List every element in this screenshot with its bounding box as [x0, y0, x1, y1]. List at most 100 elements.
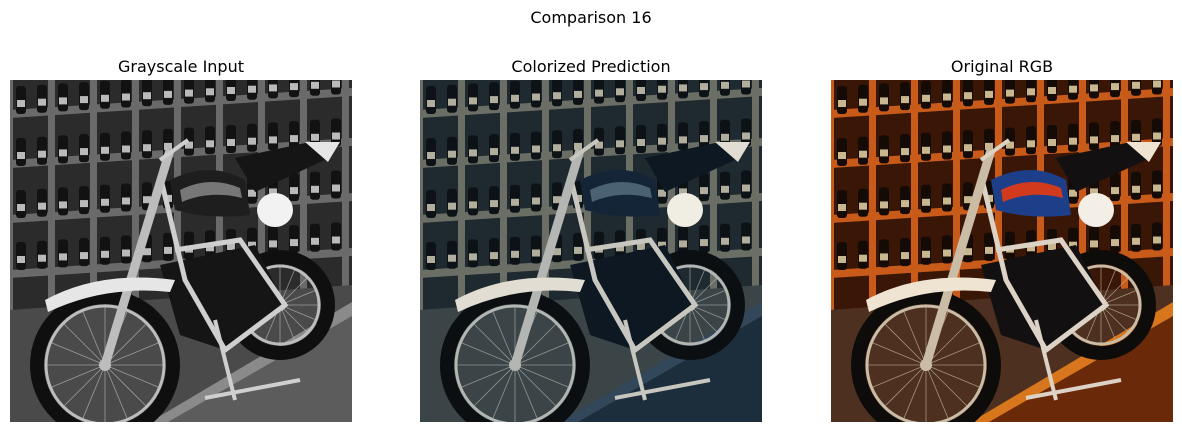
bottle-label	[101, 250, 109, 258]
bottle-label	[38, 150, 46, 158]
bottle-label	[122, 249, 130, 257]
bottle-label	[164, 246, 172, 254]
bottle-label	[469, 97, 477, 105]
bottle-label	[332, 132, 340, 140]
bottle-label	[1132, 133, 1140, 141]
wine-bottle	[1089, 122, 1099, 151]
bottle-label	[80, 96, 88, 104]
bottle-label	[17, 100, 25, 107]
bottle-label	[101, 198, 109, 206]
bottle-label	[700, 135, 708, 143]
bottle-label	[742, 132, 750, 140]
wine-bottle	[100, 236, 110, 265]
bottle-label	[290, 239, 298, 247]
wine-bottle	[468, 187, 478, 216]
bottle-label	[332, 184, 340, 192]
bottle-label	[311, 185, 319, 193]
bottle-label	[553, 144, 561, 152]
bottle-label	[311, 81, 319, 89]
wine-bottle	[921, 236, 931, 265]
bottle-label	[248, 85, 256, 93]
bottle-label	[1090, 240, 1098, 248]
wine-bottle	[58, 135, 68, 164]
bottle-label	[80, 148, 88, 156]
bottle-label	[922, 94, 930, 102]
panel-title: Colorized Prediction	[511, 57, 671, 76]
bottle-label	[269, 136, 277, 144]
bottle-label	[511, 94, 519, 102]
bottle-label	[59, 201, 67, 209]
bottle-label	[59, 253, 67, 261]
bottle-label	[511, 250, 519, 258]
bottle-label	[985, 90, 993, 98]
bottle-label	[490, 252, 498, 260]
bottle-label	[1153, 80, 1161, 88]
bottle-label	[490, 200, 498, 208]
bottle-label	[1132, 81, 1140, 89]
bottle-label	[290, 187, 298, 195]
bottle-label	[38, 98, 46, 106]
bottle-label	[80, 200, 88, 208]
bottle-label	[721, 133, 729, 141]
bottle-label	[985, 246, 993, 254]
bottle-label	[838, 204, 846, 211]
bottle-label	[206, 88, 214, 96]
bottle-label	[532, 249, 540, 257]
bottle-label	[532, 145, 540, 153]
bottle-label	[490, 96, 498, 104]
bottle-label	[679, 136, 687, 144]
bottle-label	[332, 236, 340, 244]
bottle-label	[122, 197, 130, 205]
bottle-label	[574, 246, 582, 254]
bottle-label	[59, 149, 67, 157]
bottle-label	[742, 80, 750, 88]
bottle-label	[206, 140, 214, 148]
panel-title: Grayscale Input	[118, 57, 244, 76]
bottle-label	[1090, 84, 1098, 92]
bottle-label	[943, 249, 951, 257]
bottle-label	[17, 204, 25, 211]
bottle-label	[511, 198, 519, 206]
bottle-label	[427, 100, 435, 107]
bottle-label	[1048, 87, 1056, 94]
bottle-label	[553, 92, 561, 100]
bottle-label	[637, 139, 645, 146]
bottle-label	[427, 256, 435, 263]
bottle-label	[700, 83, 708, 91]
bottle-label	[880, 149, 888, 157]
bottle-label	[1111, 135, 1119, 143]
bottle-label	[532, 93, 540, 101]
bottle-label	[838, 100, 846, 107]
bottle-label	[943, 93, 951, 101]
bottle-label	[427, 204, 435, 211]
figure-title: Comparison 16	[530, 8, 652, 27]
bottle-label	[901, 96, 909, 104]
bottle-label	[122, 93, 130, 101]
wine-bottle	[879, 135, 889, 164]
wine-bottle	[58, 187, 68, 216]
bottle-label	[859, 202, 867, 210]
bottle-label	[448, 98, 456, 106]
bottle-label	[679, 84, 687, 92]
bottle-label	[616, 140, 624, 148]
wine-bottle	[37, 84, 47, 113]
bottle-label	[700, 239, 708, 247]
bottle-label	[101, 94, 109, 102]
bottle-label	[1027, 88, 1035, 96]
bottle-label	[700, 187, 708, 195]
wine-bottle	[268, 122, 278, 151]
wine-bottle	[489, 82, 499, 111]
bottle-label	[1069, 85, 1077, 93]
bottle-label	[574, 142, 582, 150]
wine-bottle	[900, 82, 910, 111]
wine-bottle	[1068, 123, 1078, 152]
wine-bottle	[657, 123, 667, 152]
bottle-label	[1111, 83, 1119, 91]
grayscale-motorcycle-image	[10, 80, 352, 422]
bottle-label	[143, 144, 151, 152]
bottle-label	[164, 90, 172, 98]
bottle-label	[185, 89, 193, 97]
bottle-label	[80, 252, 88, 260]
bottle-label	[859, 150, 867, 158]
wine-bottle	[858, 84, 868, 113]
